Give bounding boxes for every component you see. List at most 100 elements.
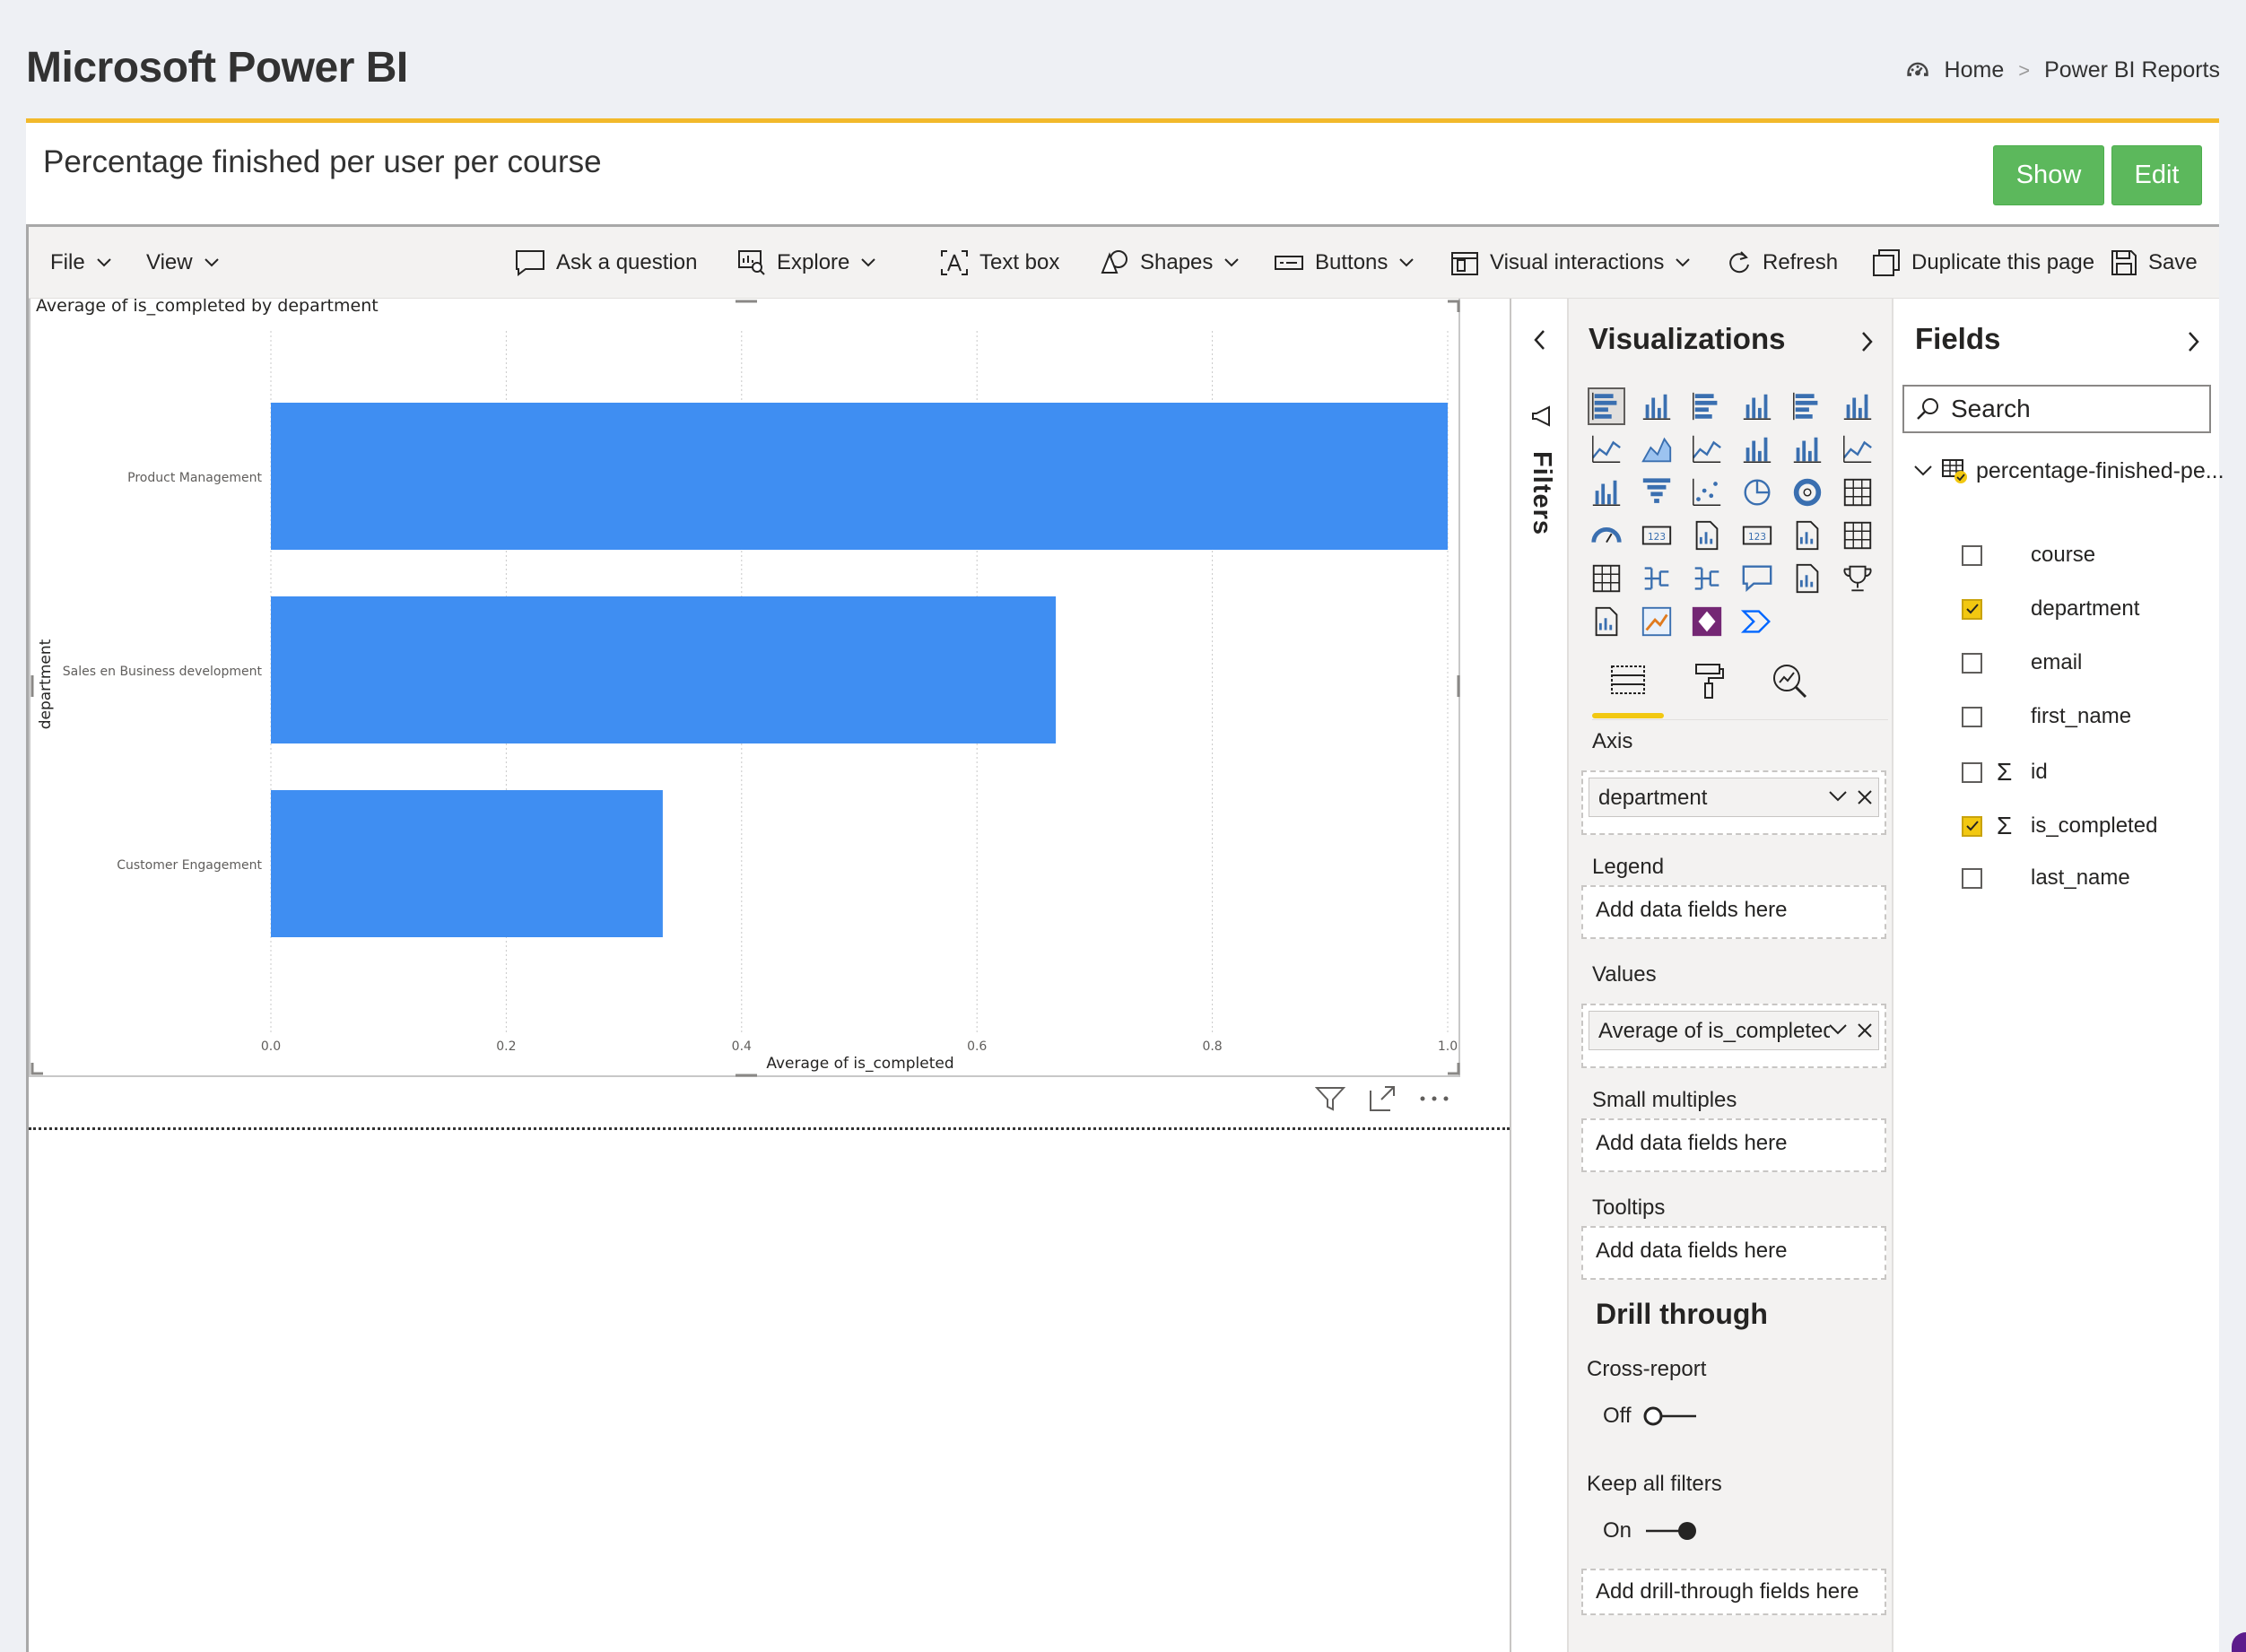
waterfall-icon[interactable] [1581, 471, 1632, 514]
refresh-button[interactable]: Refresh [1727, 227, 1838, 299]
arcgis-map-icon[interactable] [1632, 600, 1682, 643]
chevron-left-icon[interactable] [1531, 327, 1549, 352]
more-options-icon[interactable] [1419, 1094, 1449, 1103]
bar-chart-visual[interactable]: 0.0 0.2 0.4 0.6 0.8 1.0 Product Management Sale… [29, 299, 1460, 1077]
donut-icon[interactable] [1782, 471, 1832, 514]
100-stacked-bar-icon[interactable] [1782, 385, 1832, 428]
decomposition-tree-icon[interactable] [1632, 557, 1682, 600]
checkbox[interactable] [1962, 867, 1982, 889]
treemap-icon[interactable] [1832, 471, 1883, 514]
chevron-down-icon[interactable] [1913, 464, 1933, 478]
field-item-is_completed[interactable]: Σis_completed [1962, 812, 2157, 840]
checkbox[interactable] [1962, 544, 1982, 566]
cross-report-toggle[interactable]: Off [1603, 1404, 1700, 1429]
bar[interactable] [271, 790, 663, 937]
area-chart-icon[interactable] [1632, 428, 1682, 471]
values-well[interactable]: Average of is_completed [1581, 1004, 1886, 1068]
matrix-icon[interactable] [1581, 557, 1632, 600]
field-item-email[interactable]: email [1962, 650, 2082, 675]
explore-menu[interactable]: Explore [737, 227, 876, 299]
keep-filters-toggle[interactable]: On [1603, 1518, 1700, 1543]
scatter-icon[interactable] [1682, 471, 1732, 514]
file-menu[interactable]: File [50, 227, 112, 299]
shapes-menu[interactable]: Shapes [1101, 227, 1240, 299]
qa-icon[interactable] [1732, 557, 1782, 600]
close-icon[interactable] [1857, 789, 1873, 805]
buttons-menu[interactable]: Buttons [1274, 227, 1415, 299]
clustered-column-icon[interactable] [1732, 385, 1782, 428]
save-button[interactable]: Save [2111, 227, 2198, 299]
pie-icon[interactable] [1732, 471, 1782, 514]
stacked-area-icon[interactable] [1682, 428, 1732, 471]
drill-through-title: Drill through [1596, 1298, 1768, 1330]
edit-button[interactable]: Edit [2111, 145, 2202, 205]
tab-format[interactable] [1682, 661, 1736, 711]
small-multiples-well[interactable]: Add data fields here [1581, 1118, 1886, 1172]
chevron-down-icon[interactable] [1828, 1022, 1848, 1037]
stacked-column-icon[interactable] [1632, 385, 1682, 428]
field-item-id[interactable]: Σid [1962, 758, 2048, 787]
visual-interactions-menu[interactable]: Visual interactions [1450, 227, 1691, 299]
tab-analytics[interactable] [1763, 661, 1816, 711]
table-icon[interactable] [1832, 514, 1883, 557]
ask-question-button[interactable]: Ask a question [515, 227, 697, 299]
y-axis-title: department [37, 639, 55, 729]
key-influencers-icon[interactable] [1682, 557, 1732, 600]
clustered-bar-icon[interactable] [1682, 385, 1732, 428]
tooltips-well[interactable]: Add data fields here [1581, 1226, 1886, 1280]
trophy-icon[interactable] [1832, 557, 1883, 600]
drill-through-well[interactable]: Add drill-through fields here [1581, 1569, 1886, 1615]
bar[interactable] [271, 596, 1057, 743]
breadcrumb-home[interactable]: Home [1945, 57, 2005, 83]
slicer-icon[interactable] [1782, 514, 1832, 557]
field-item-last_name[interactable]: last_name [1962, 865, 2130, 891]
fields-search-input[interactable]: Search [1902, 385, 2211, 433]
paginated-report-icon[interactable] [1581, 600, 1632, 643]
ribbon-chart-icon[interactable] [1832, 428, 1883, 471]
checkbox[interactable] [1962, 706, 1982, 727]
close-icon[interactable] [1857, 1022, 1873, 1039]
power-apps-icon[interactable] [1682, 600, 1732, 643]
values-field-pill[interactable]: Average of is_completed [1589, 1011, 1879, 1050]
duplicate-page-button[interactable]: Duplicate this page [1872, 227, 2094, 299]
chevron-right-icon[interactable] [2184, 329, 2202, 354]
multi-row-card-icon[interactable] [1682, 514, 1732, 557]
100-stacked-column-icon[interactable] [1832, 385, 1883, 428]
line-column-icon[interactable] [1732, 428, 1782, 471]
focus-mode-icon[interactable] [1369, 1085, 1396, 1112]
power-automate-icon[interactable] [1732, 600, 1782, 643]
svg-text:123: 123 [1648, 532, 1666, 543]
report-canvas[interactable]: 0.0 0.2 0.4 0.6 0.8 1.0 Product Management Sale… [29, 299, 1510, 1652]
bar[interactable] [271, 403, 1448, 550]
smart-narrative-icon[interactable] [1782, 557, 1832, 600]
field-item-first_name[interactable]: first_name [1962, 704, 2131, 729]
checkbox-checked[interactable] [1962, 598, 1982, 620]
legend-well[interactable]: Add data fields here [1581, 885, 1886, 939]
axis-field-pill[interactable]: department [1589, 778, 1879, 817]
text-box-button[interactable]: Text box [940, 227, 1059, 299]
chevron-down-icon[interactable] [1828, 789, 1848, 804]
show-button[interactable]: Show [1993, 145, 2104, 205]
line-clustered-column-icon[interactable] [1782, 428, 1832, 471]
tab-fields-well[interactable] [1601, 661, 1655, 711]
checkbox[interactable] [1962, 652, 1982, 674]
card-icon[interactable]: 123 [1632, 514, 1682, 557]
funnel-icon[interactable] [1632, 471, 1682, 514]
gauge-icon[interactable] [1581, 514, 1632, 557]
chevron-right-icon[interactable] [1858, 329, 1876, 354]
kpi-icon[interactable]: 123 [1732, 514, 1782, 557]
field-item-department[interactable]: department [1962, 596, 2139, 622]
field-table-node[interactable]: percentage-finished-pe... [1913, 456, 2224, 485]
breadcrumb-current[interactable]: Power BI Reports [2044, 57, 2220, 83]
filters-pane[interactable]: Filters [1510, 299, 1569, 1652]
legend-well-label: Legend [1592, 855, 1665, 879]
filter-icon[interactable] [1315, 1085, 1345, 1112]
checkbox-checked[interactable] [1962, 815, 1982, 837]
checkbox[interactable] [1962, 761, 1982, 783]
field-item-course[interactable]: course [1962, 543, 2095, 568]
axis-well[interactable]: department [1581, 770, 1886, 835]
view-menu[interactable]: View [146, 227, 220, 299]
stacked-bar-icon[interactable] [1581, 385, 1632, 428]
filters-label[interactable]: Filters [1527, 451, 1556, 535]
line-chart-icon[interactable] [1581, 428, 1632, 471]
